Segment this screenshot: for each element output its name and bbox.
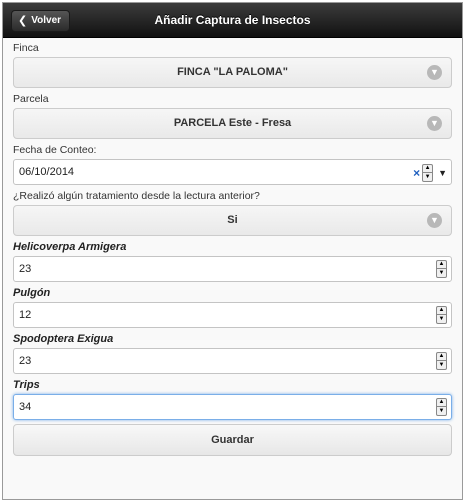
spinner-up-icon[interactable]: ▲ [437,353,446,361]
dropdown-triangle-icon[interactable]: ▼ [438,168,447,178]
helicoverpa-label: Helicoverpa Armigera [13,241,127,253]
app-frame: ❮ Volver Añadir Captura de Insectos Finc… [2,2,463,500]
trips-label: Trips [13,379,40,391]
trips-value: 34 [19,401,32,413]
chevron-down-circle-icon: ▼ [427,213,442,228]
header-bar: ❮ Volver Añadir Captura de Insectos [3,3,462,38]
save-button[interactable]: Guardar [13,424,452,456]
helicoverpa-number-input[interactable]: 23 ▲ ▼ [13,256,452,282]
trips-number-input[interactable]: 34 ▲ ▼ [13,394,452,420]
tratamiento-select[interactable]: Si ▼ [13,205,452,236]
clear-x-icon[interactable]: × [413,166,420,180]
spinner-up-icon[interactable]: ▲ [437,261,446,269]
pulgon-value: 12 [19,309,32,321]
spinner-icon[interactable]: ▲ ▼ [436,260,447,278]
chevron-down-circle-icon: ▼ [427,65,442,80]
fecha-date-input[interactable]: 06/10/2014 × ▲ ▼ ▼ [13,159,452,185]
spinner-up-icon[interactable]: ▲ [437,399,446,407]
helicoverpa-value: 23 [19,263,32,275]
spinner-down-icon[interactable]: ▼ [437,269,446,277]
parcela-value: PARCELA Este - Fresa [173,117,292,129]
spinner-icon[interactable]: ▲ ▼ [436,306,447,324]
spinner-down-icon[interactable]: ▼ [423,173,432,181]
spodoptera-value: 23 [19,355,32,367]
spinner-icon[interactable]: ▲ ▼ [436,352,447,370]
spinner-icon[interactable]: ▲ ▼ [436,398,447,416]
form: Finca FINCA "LA PALOMA" ▼ Parcela PARCEL… [3,39,462,456]
spodoptera-label: Spodoptera Exigua [13,333,114,345]
finca-value: FINCA "LA PALOMA" [177,66,288,78]
fecha-label: Fecha de Conteo: [13,144,97,156]
spinner-down-icon[interactable]: ▼ [437,407,446,415]
spinner-up-icon[interactable]: ▲ [423,165,433,173]
pulgon-number-input[interactable]: 12 ▲ ▼ [13,302,452,328]
spinner-up-icon[interactable]: ▲ [437,307,446,315]
parcela-select[interactable]: PARCELA Este - Fresa ▼ [13,108,452,139]
tratamiento-label: ¿Realizó algún tratamiento desde la lect… [13,190,260,202]
spinner-down-icon[interactable]: ▼ [437,361,446,369]
date-spinner-icon[interactable]: ▲ ▼ [422,164,434,182]
page-title: Añadir Captura de Insectos [154,13,311,27]
finca-label: Finca [13,42,39,54]
tratamiento-value: Si [227,214,238,226]
finca-select[interactable]: FINCA "LA PALOMA" ▼ [13,57,452,88]
date-controls: × ▲ ▼ ▼ [413,164,447,182]
spinner-down-icon[interactable]: ▼ [437,315,446,323]
fecha-value: 06/10/2014 [19,166,75,178]
pulgon-label: Pulgón [13,287,51,299]
parcela-label: Parcela [13,93,49,105]
spodoptera-number-input[interactable]: 23 ▲ ▼ [13,348,452,374]
chevron-down-circle-icon: ▼ [427,116,442,131]
